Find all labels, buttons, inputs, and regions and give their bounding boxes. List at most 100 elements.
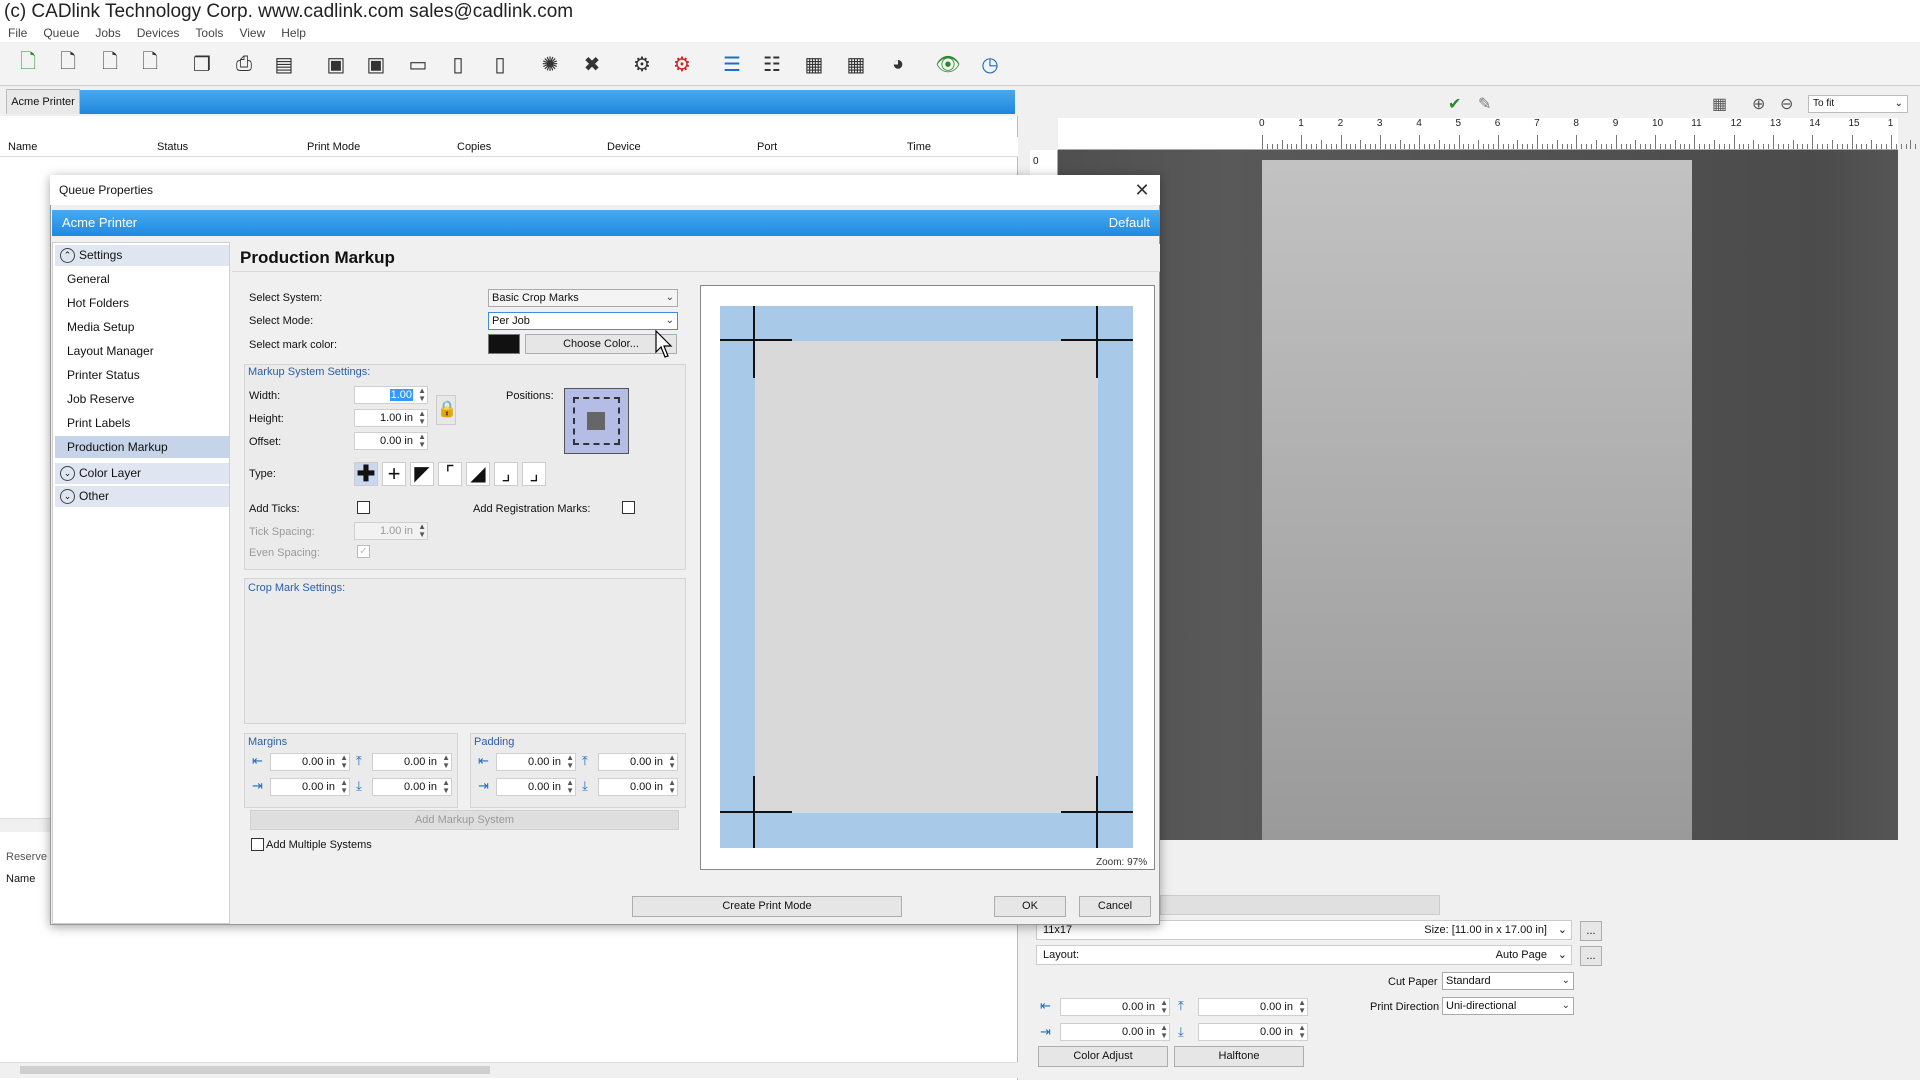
type-corner-icon[interactable]: ⌜ [438, 462, 462, 486]
print-icon[interactable]: ⎙ [228, 49, 260, 79]
nav-item-hot-folders[interactable]: Hot Folders [55, 292, 229, 314]
padding-right-input[interactable]: 0.00 in ▲ ▼ [496, 778, 576, 796]
nav-item-media-setup[interactable]: Media Setup [55, 316, 229, 338]
job-offset-bottom[interactable]: 0.00 in ▲ ▼ [1198, 1023, 1308, 1041]
layout-more-button[interactable]: ... [1580, 946, 1602, 966]
spinner-arrows-icon[interactable]: ▲ ▼ [340, 779, 348, 795]
nav-item-general[interactable]: General [55, 268, 229, 290]
padding-top-input[interactable]: 0.00 in ▲ ▼ [598, 753, 678, 771]
spinner-arrows-icon[interactable]: ▲ ▼ [1298, 1024, 1306, 1040]
job-list-icon[interactable]: ☰ [716, 49, 748, 79]
copy-job-icon[interactable]: ❐ [186, 49, 218, 79]
nav-section-color-layer[interactable]: ⌄ Color Layer [55, 463, 229, 484]
spinner-arrows-icon[interactable]: ▲ ▼ [566, 779, 574, 795]
halftone-button[interactable]: Halftone [1174, 1046, 1304, 1067]
select-tool-icon[interactable]: ✔ [1448, 94, 1461, 114]
menu-tools[interactable]: Tools [187, 24, 231, 42]
col-port[interactable]: Port [757, 141, 777, 153]
spinner-arrows-icon[interactable]: ▲ ▼ [340, 754, 348, 770]
add-job-icon[interactable]: 🗋 [12, 49, 44, 79]
col-device[interactable]: Device [607, 141, 641, 153]
fit-page-icon[interactable]: ▣ [320, 49, 352, 79]
tick-spacing-input[interactable]: 1.00 in ▲ ▼ [354, 522, 428, 540]
menu-file[interactable]: File [0, 24, 35, 42]
add-multiple-systems-checkbox[interactable] [251, 838, 264, 851]
delete-job-icon[interactable]: 🗋 [52, 49, 84, 79]
pause-job-icon[interactable]: 🗋 [134, 49, 166, 79]
offset-input[interactable]: 0.00 in ▲ ▼ [354, 432, 428, 450]
type-corner-br-bold-icon[interactable]: ◢ [466, 462, 490, 486]
spinner-arrows-icon[interactable]: ▲ ▼ [418, 523, 426, 539]
col-time[interactable]: Time [907, 141, 931, 153]
create-print-mode-button[interactable]: Create Print Mode [632, 896, 902, 917]
menu-help[interactable]: Help [273, 24, 314, 42]
preview-sheet[interactable] [1262, 160, 1692, 840]
padding-left-input[interactable]: 0.00 in ▲ ▼ [496, 753, 576, 771]
rotate-page-icon[interactable]: ▯ [442, 49, 474, 79]
job-offset-left[interactable]: 0.00 in ▲ ▼ [1060, 998, 1170, 1016]
color-adjust-button[interactable]: Color Adjust [1038, 1046, 1168, 1067]
width-input[interactable]: 1.00 ▲ ▼ [354, 386, 428, 404]
mark-color-swatch[interactable] [488, 334, 520, 354]
margin-bottom-input[interactable]: 0.00 in ▲ ▼ [372, 778, 452, 796]
spinner-arrows-icon[interactable]: ▲ ▼ [418, 433, 426, 449]
reserve-col-name[interactable]: Name [6, 873, 35, 885]
nav-section-other[interactable]: ⌄ Other [55, 486, 229, 507]
col-print-mode[interactable]: Print Mode [307, 141, 360, 153]
spinner-arrows-icon[interactable]: ▲ ▼ [1160, 999, 1168, 1015]
scroll-thumb[interactable] [20, 1066, 490, 1074]
type-cross-icon[interactable]: + [382, 462, 406, 486]
nav-item-job-reserve[interactable]: Job Reserve [55, 388, 229, 410]
margin-top-input[interactable]: 0.00 in ▲ ▼ [372, 753, 452, 771]
ok-button[interactable]: OK [994, 896, 1066, 917]
queue-properties-icon[interactable]: ⚙ [626, 49, 658, 79]
margin-left-input[interactable]: 0.00 in ▲ ▼ [270, 753, 350, 771]
nav-item-print-labels[interactable]: Print Labels [55, 412, 229, 434]
select-system-dropdown[interactable]: Basic Crop Marks ⌄ [488, 289, 678, 307]
nav-section-settings[interactable]: ⌃ Settings [55, 245, 229, 266]
zoom-select[interactable]: To fit ⌄ [1808, 95, 1908, 113]
spinner-arrows-icon[interactable]: ▲ ▼ [442, 779, 450, 795]
job-offset-top[interactable]: 0.00 in ▲ ▼ [1198, 998, 1308, 1016]
spinner-arrows-icon[interactable]: ▲ ▼ [668, 779, 676, 795]
type-cross-bold-icon[interactable]: ✚ [354, 462, 378, 486]
queue-delete-icon[interactable]: ⚙ [666, 49, 698, 79]
device-icon[interactable]: ▦ [798, 49, 830, 79]
padding-bottom-input[interactable]: 0.00 in ▲ ▼ [598, 778, 678, 796]
cancel-icon[interactable]: ✖ [576, 49, 608, 79]
stretch-page-icon[interactable]: ▯ [484, 49, 516, 79]
add-registration-marks-checkbox[interactable] [622, 501, 635, 514]
view-icon[interactable]: 👁 [932, 49, 964, 79]
margin-right-input[interactable]: 0.00 in ▲ ▼ [270, 778, 350, 796]
pan-tool-icon[interactable]: ✎ [1478, 94, 1491, 114]
zoom-in-icon[interactable]: ⊕ [1752, 94, 1765, 114]
zoom-out-icon[interactable]: ⊖ [1780, 94, 1793, 114]
menu-view[interactable]: View [231, 24, 273, 42]
spinner-arrows-icon[interactable]: ▲ ▼ [566, 754, 574, 770]
reserve-tab[interactable]: Reserve [6, 851, 56, 867]
close-icon[interactable]: ✕ [1130, 178, 1154, 202]
lock-icon[interactable]: 🔒 [436, 395, 457, 425]
layout-list-icon[interactable]: ☷ [756, 49, 788, 79]
cut-paper-select[interactable]: Standard ⌄ [1442, 972, 1574, 990]
spinner-arrows-icon[interactable]: ▲ ▼ [442, 754, 450, 770]
print-preview-icon[interactable]: ▤ [268, 49, 300, 79]
type-corner-bold-icon[interactable]: ◤ [410, 462, 434, 486]
port-icon[interactable]: ▦ [840, 49, 872, 79]
center-page-icon[interactable]: ▭ [402, 49, 434, 79]
nav-item-production-markup[interactable]: Production Markup [55, 436, 229, 458]
print-direction-select[interactable]: Uni-directional ⌄ [1442, 997, 1574, 1015]
job-offset-right[interactable]: 0.00 in ▲ ▼ [1060, 1023, 1170, 1041]
spinner-arrows-icon[interactable]: ▲ ▼ [1160, 1024, 1168, 1040]
palette-icon[interactable]: ◕ [882, 49, 914, 79]
spinner-arrows-icon[interactable]: ▲ ▼ [418, 387, 426, 403]
select-mode-dropdown[interactable]: Per Job ⌄ [488, 312, 678, 330]
reprint-job-icon[interactable]: 🗋 [94, 49, 126, 79]
nav-item-layout-manager[interactable]: Layout Manager [55, 340, 229, 362]
cancel-button[interactable]: Cancel [1079, 896, 1151, 917]
col-status[interactable]: Status [157, 141, 188, 153]
col-copies[interactable]: Copies [457, 141, 491, 153]
timer-icon[interactable]: ◷ [974, 49, 1006, 79]
height-input[interactable]: 1.00 in ▲ ▼ [354, 409, 428, 427]
align-page-icon[interactable]: ▣ [360, 49, 392, 79]
